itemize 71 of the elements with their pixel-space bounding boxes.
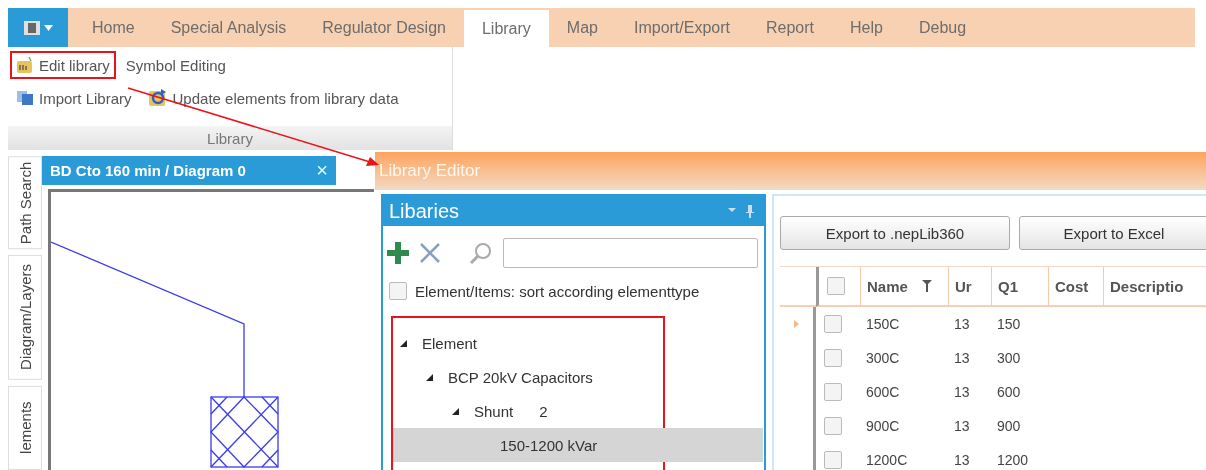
delete-icon[interactable] bbox=[419, 242, 441, 264]
checkbox-label: Element/Items: sort according elementtype bbox=[415, 282, 700, 300]
row-checkbox[interactable] bbox=[824, 349, 842, 367]
expanded-arrow-icon[interactable] bbox=[399, 338, 408, 348]
app-menu-button[interactable] bbox=[8, 8, 68, 47]
export-button[interactable]: Export to Excel bbox=[1019, 216, 1206, 250]
ribbon-button[interactable]: Update elements from library data bbox=[141, 83, 405, 113]
row-checkbox[interactable] bbox=[824, 315, 842, 333]
ribbon-button[interactable]: Import Library bbox=[10, 84, 138, 112]
ribbon-tab[interactable]: Import/Export bbox=[615, 8, 748, 47]
ribbon-tab[interactable]: Home bbox=[74, 8, 153, 47]
ribbon-button[interactable]: Edit library bbox=[10, 51, 116, 79]
export-button[interactable]: Export to .nepLib360 bbox=[780, 216, 1010, 250]
table-cell-text: 300C bbox=[865, 349, 901, 368]
expanded-arrow-icon[interactable] bbox=[451, 406, 460, 416]
checkbox[interactable] bbox=[389, 282, 407, 300]
pin-icon[interactable] bbox=[728, 204, 756, 218]
ribbon-tab[interactable]: Report bbox=[748, 8, 833, 47]
window-icon bbox=[23, 20, 40, 35]
group-label: Library bbox=[8, 126, 452, 150]
filter-icon[interactable] bbox=[921, 280, 932, 292]
ribbon-tab[interactable]: Special Analysis bbox=[152, 8, 305, 47]
ribbon-button[interactable]: Symbol Editing bbox=[119, 51, 232, 79]
side-tab[interactable]: lements bbox=[8, 386, 42, 470]
table-cell-text: 13 bbox=[953, 417, 971, 436]
column-header[interactable]: Ur bbox=[948, 267, 991, 307]
side-tab[interactable]: Path Search bbox=[8, 156, 42, 250]
column-header[interactable]: Descriptio bbox=[1103, 267, 1206, 307]
side-tab[interactable]: Diagram/Layers bbox=[8, 255, 42, 381]
library-icon bbox=[16, 56, 34, 74]
table-cell-text: 150C bbox=[865, 315, 901, 334]
editor-title: Library Editor bbox=[379, 161, 481, 181]
refresh-icon bbox=[147, 88, 168, 108]
row-checkbox[interactable] bbox=[824, 383, 842, 401]
tree-item[interactable]: BCP 20kV Capacitors bbox=[393, 360, 663, 394]
column-header[interactable]: Cost bbox=[1048, 267, 1103, 307]
row-checkbox[interactable] bbox=[824, 417, 842, 435]
tree-item[interactable]: Shunt 2 bbox=[393, 394, 663, 428]
row-checkbox[interactable] bbox=[824, 451, 842, 469]
table-cell-text: 13 bbox=[953, 349, 971, 368]
table-cell-text: 1200C bbox=[865, 451, 909, 470]
ribbon-tab[interactable]: Library bbox=[463, 10, 549, 47]
table-cell-text: 600C bbox=[865, 383, 901, 402]
table-cell-text: 13 bbox=[953, 451, 971, 470]
table-cell-text: 13 bbox=[953, 383, 971, 402]
table-cell-text: 150 bbox=[996, 315, 1022, 334]
table-cell-text: 13 bbox=[953, 315, 971, 334]
ribbon-tab[interactable]: Debug bbox=[900, 8, 985, 47]
tree-item[interactable]: 150-1200 kVar bbox=[393, 428, 763, 462]
select-all-checkbox[interactable] bbox=[827, 277, 845, 295]
search-icon[interactable] bbox=[469, 241, 493, 265]
search-field[interactable] bbox=[503, 238, 758, 268]
table-cell-text: 900C bbox=[865, 417, 901, 436]
column-header[interactable]: Q1 bbox=[991, 267, 1048, 307]
tree-item[interactable]: Element bbox=[393, 326, 663, 360]
add-icon[interactable] bbox=[387, 242, 409, 264]
sort-checkbox[interactable]: Element/Items: sort according elementtype bbox=[383, 268, 764, 300]
ribbon-tab[interactable]: Regulator Design bbox=[304, 8, 464, 47]
caret-icon bbox=[43, 24, 53, 31]
item-count: 2 bbox=[539, 402, 548, 420]
ribbon-tab[interactable]: Map bbox=[548, 8, 616, 47]
ribbon-tab[interactable]: Help bbox=[832, 8, 901, 47]
table-cell-text: 300 bbox=[996, 349, 1022, 368]
table-cell-text: 900 bbox=[996, 417, 1022, 436]
table-cell-text: 1200 bbox=[996, 451, 1030, 470]
panel-title: Libaries bbox=[389, 199, 460, 223]
expanded-arrow-icon[interactable] bbox=[425, 372, 434, 382]
document-title: BD Cto 160 min / Diagram 0 bbox=[50, 162, 246, 179]
column-header[interactable]: Name bbox=[860, 267, 948, 307]
table-cell-text: 600 bbox=[996, 383, 1022, 402]
documents-icon bbox=[16, 90, 34, 106]
